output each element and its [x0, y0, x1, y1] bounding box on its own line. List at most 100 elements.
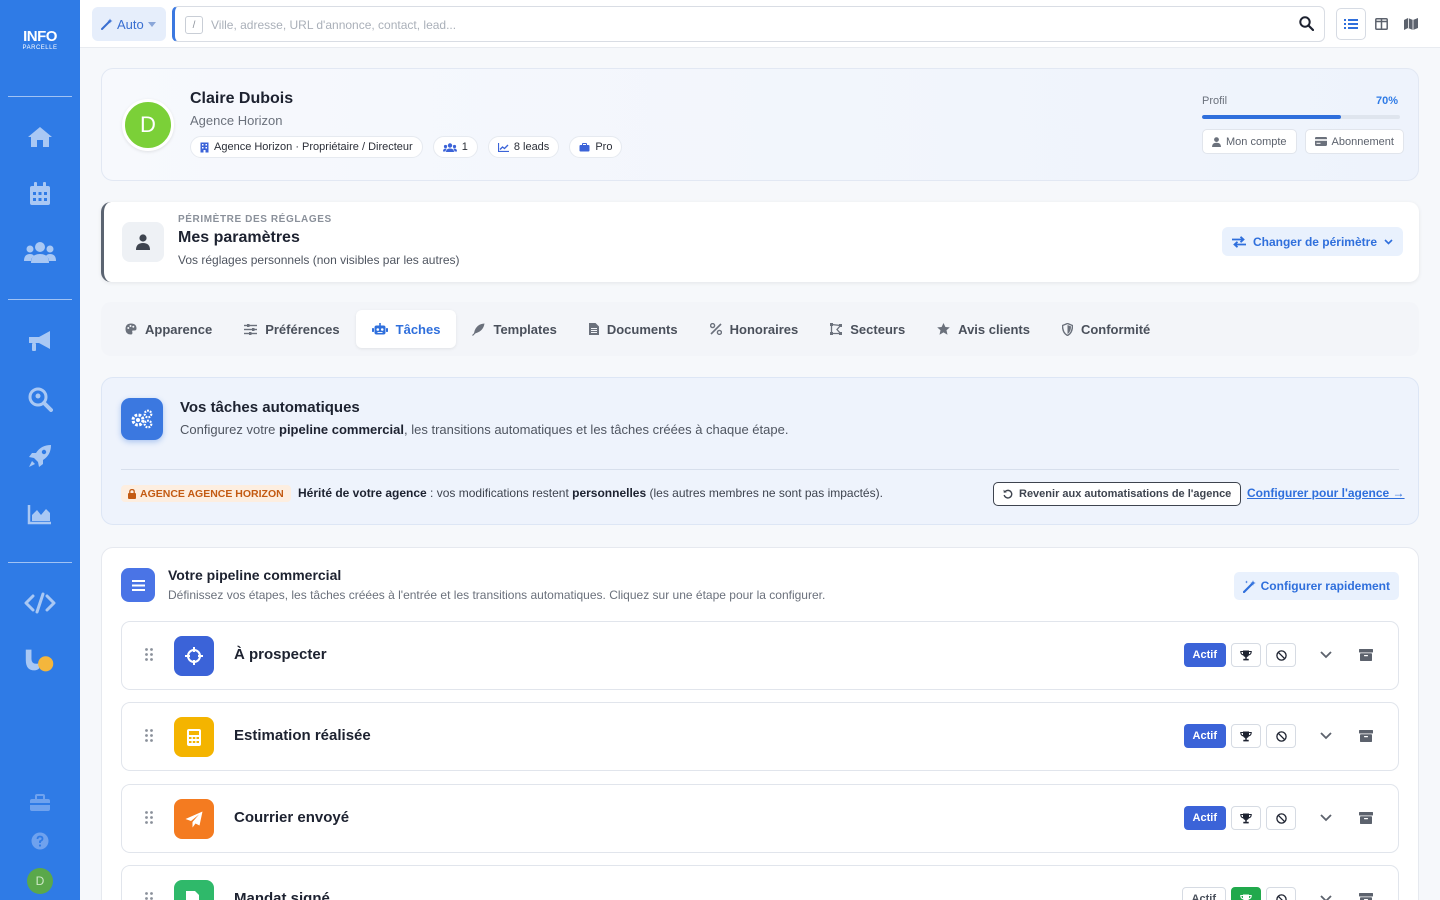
users-icon[interactable] — [22, 234, 58, 270]
tab-templates[interactable]: Templates — [456, 310, 572, 348]
stage-won-button[interactable] — [1231, 887, 1261, 900]
users-icon — [442, 142, 457, 152]
change-scope-button[interactable]: Changer de périmètre — [1221, 227, 1403, 256]
tab-taches[interactable]: Tâches — [355, 310, 457, 348]
help-icon[interactable] — [22, 823, 58, 859]
archive-icon[interactable] — [1356, 893, 1376, 900]
stage-active-toggle[interactable]: Actif — [1181, 887, 1226, 900]
pipeline-stage[interactable]: Estimation réalisée Actif — [121, 702, 1399, 771]
draw-polygon-icon — [830, 323, 843, 335]
archive-icon[interactable] — [1356, 812, 1376, 824]
chart-area-icon[interactable] — [22, 496, 58, 532]
archive-icon[interactable] — [1356, 649, 1376, 661]
columns-view-button[interactable] — [1366, 8, 1396, 40]
tab-apparence[interactable]: Apparence — [109, 310, 228, 348]
building-icon — [200, 142, 209, 152]
tab-documents[interactable]: Documents — [573, 310, 694, 348]
stage-won-button[interactable] — [1231, 643, 1261, 667]
briefcase-icon — [579, 142, 590, 151]
drag-handle-icon[interactable] — [145, 648, 153, 661]
lock-icon — [128, 488, 136, 499]
map-view-button[interactable] — [1396, 8, 1426, 40]
file-icon — [588, 323, 599, 335]
user-icon — [1212, 136, 1221, 147]
tab-label: Apparence — [145, 321, 213, 337]
ban-icon — [1275, 893, 1287, 900]
calendar-icon[interactable] — [22, 176, 58, 212]
profile-avatar: D — [122, 99, 174, 151]
stage-active-toggle[interactable]: Actif — [1183, 643, 1226, 667]
stage-lost-button[interactable] — [1266, 643, 1296, 667]
expand-chevron-icon[interactable] — [1316, 651, 1336, 659]
drag-handle-icon[interactable] — [145, 892, 153, 900]
logo-subtext: PARCELLE — [22, 45, 58, 51]
tab-preferences[interactable]: Préférences — [228, 310, 355, 348]
code-icon[interactable] — [22, 585, 58, 621]
search-input[interactable] — [211, 15, 1271, 35]
expand-chevron-icon[interactable] — [1316, 732, 1336, 740]
stage-name: Courrier envoyé — [234, 809, 350, 826]
tab-avis-clients[interactable]: Avis clients — [921, 310, 1046, 348]
expand-chevron-icon[interactable] — [1316, 895, 1336, 900]
file-signature-icon — [174, 880, 214, 900]
stage-active-toggle[interactable]: Actif — [1183, 724, 1226, 748]
subscription-button[interactable]: Abonnement — [1304, 129, 1404, 154]
quick-configure-button[interactable]: Configurer rapidement — [1233, 572, 1399, 600]
role-badge-label: Agence Horizon · Propriétaire / Directeu… — [214, 141, 413, 153]
pipeline-stage[interactable]: Courrier envoyé Actif — [121, 784, 1399, 853]
configure-for-agency-link[interactable]: Configurer pour l'agence → — [1247, 486, 1405, 500]
search-icon[interactable] — [1299, 16, 1314, 31]
trophy-icon — [1240, 894, 1252, 900]
ban-icon — [1275, 649, 1287, 661]
sidebar-divider — [8, 96, 72, 97]
tab-label: Préférences — [265, 321, 340, 337]
tab-label: Conformité — [1080, 321, 1151, 337]
drag-handle-icon[interactable] — [145, 729, 153, 742]
magnet-icon[interactable] — [22, 642, 58, 678]
leads-badge: 8 leads — [487, 136, 560, 158]
profile-name: Claire Dubois — [190, 90, 294, 107]
archive-icon[interactable] — [1356, 730, 1376, 742]
tab-conformite[interactable]: Conformité — [1046, 310, 1166, 348]
inherited-notice-bold2: personnelles — [572, 486, 647, 500]
tab-secteurs[interactable]: Secteurs — [814, 310, 921, 348]
caret-down-icon — [147, 21, 156, 27]
toolbox-icon[interactable] — [22, 785, 58, 821]
list-view-button[interactable] — [1336, 8, 1366, 40]
bars-icon — [121, 568, 155, 602]
stage-lost-button[interactable] — [1266, 806, 1296, 830]
plan-badge: Pro — [569, 136, 623, 158]
expand-chevron-icon[interactable] — [1316, 814, 1336, 822]
ban-icon — [1275, 812, 1287, 824]
stage-lost-button[interactable] — [1266, 724, 1296, 748]
pipeline-stage[interactable]: À prospecter Actif — [121, 621, 1399, 690]
inherited-notice-end: (les autres membres ne sont pas impactés… — [646, 486, 883, 500]
profile-progress-label: Profil — [1202, 95, 1228, 107]
tab-honoraires[interactable]: Honoraires — [694, 310, 815, 348]
stage-active-toggle[interactable]: Actif — [1183, 806, 1226, 830]
magic-wand-icon — [1242, 579, 1256, 593]
my-account-button[interactable]: Mon compte — [1202, 129, 1297, 154]
pipeline-subtitle: Définissez vos étapes, les tâches créées… — [168, 588, 826, 602]
drag-handle-icon[interactable] — [145, 811, 153, 824]
trophy-icon — [1240, 731, 1252, 741]
app-logo[interactable]: INFO PARCELLE — [0, 29, 80, 52]
stage-actions: Actif — [1183, 724, 1376, 748]
stage-actions: Actif — [1183, 806, 1376, 830]
megaphone-icon[interactable] — [22, 323, 58, 359]
inherited-badge-label: AGENCE AGENCE HORIZON — [140, 487, 284, 500]
search-mode-selector[interactable]: Auto — [92, 7, 166, 41]
pipeline-stage[interactable]: Mandat signé Actif — [121, 865, 1399, 900]
stage-won-button[interactable] — [1231, 724, 1261, 748]
home-icon[interactable] — [22, 119, 58, 155]
stage-won-button[interactable] — [1231, 806, 1261, 830]
chevron-down-icon — [1384, 238, 1393, 245]
automation-sub-prefix: Configurez votre — [180, 422, 279, 437]
rocket-icon[interactable] — [22, 438, 58, 474]
user-avatar[interactable]: D — [27, 868, 53, 894]
stage-lost-button[interactable] — [1266, 887, 1296, 900]
magic-wand-icon — [101, 18, 113, 30]
profile-badges: Agence Horizon · Propriétaire / Directeu… — [190, 136, 623, 158]
revert-to-agency-button[interactable]: Revenir aux automatisations de l'agence — [993, 482, 1242, 506]
search-location-icon[interactable] — [22, 381, 58, 417]
